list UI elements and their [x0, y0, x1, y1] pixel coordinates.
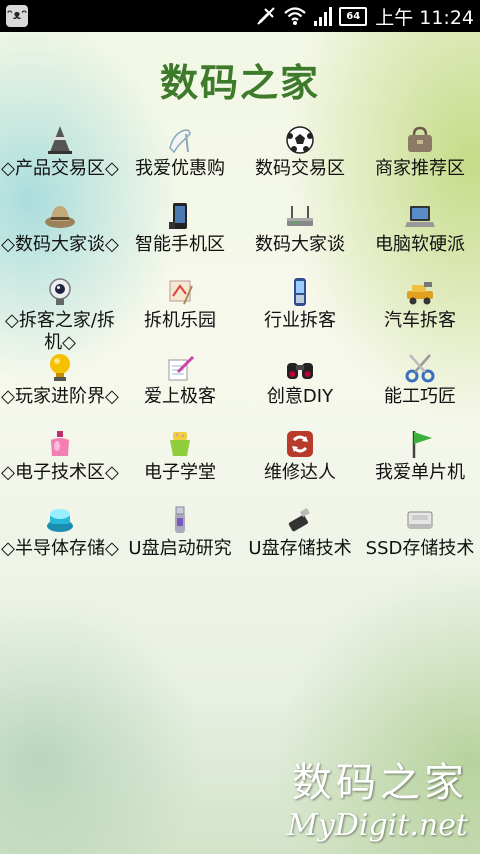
forum-tile[interactable]: U盘存储技术: [240, 502, 360, 578]
forum-tile-label: 拆机乐园: [144, 310, 216, 331]
battery-icon: 64: [339, 6, 368, 26]
toy-car-icon: [404, 276, 436, 308]
forum-tile-label: 我爱优惠购: [135, 158, 225, 179]
forum-tile[interactable]: 汽车拆客: [360, 274, 480, 350]
sponge-bucket-icon: [164, 428, 196, 460]
trophy-bulb-icon: [44, 352, 76, 384]
watermark: 数码之家 MyDigit.net: [287, 750, 468, 843]
forum-tile-label: 维修达人: [264, 462, 336, 483]
forum-tile-label: 爱上极客: [144, 386, 216, 407]
forum-tile[interactable]: U盘启动研究: [120, 502, 240, 578]
laptop-icon: [404, 200, 436, 232]
forum-tile[interactable]: 智能手机区: [120, 198, 240, 274]
forum-tile-label: ◇产品交易区◇: [1, 158, 119, 179]
router-icon: [284, 200, 316, 232]
status-icons: 64 上午 11:24: [255, 0, 474, 32]
forum-tile-label: 行业拆客: [264, 310, 336, 331]
forum-tile-label: 商家推荐区: [375, 158, 465, 179]
usb-drive-icon: [164, 504, 196, 536]
refresh-tool-icon: [284, 428, 316, 460]
forum-tile[interactable]: SSD存储技术: [360, 502, 480, 578]
forum-tile-label: ◇数码大家谈◇: [1, 234, 119, 255]
traffic-cone-icon: [44, 124, 76, 156]
forum-tile-label: 能工巧匠: [384, 386, 456, 407]
clock: 上午 11:24: [375, 6, 474, 29]
forum-tile[interactable]: 电子学堂: [120, 426, 240, 502]
status-bar: ᵔᴥᵔ 64 上午 11:24: [0, 0, 480, 32]
signal-icon: [314, 7, 333, 26]
webcam-icon: [44, 276, 76, 308]
forum-tile-label: ◇半导体存储◇: [1, 538, 119, 559]
notepad-pen-icon: [164, 352, 196, 384]
high-heel-icon: [164, 124, 196, 156]
forum-tile[interactable]: 电脑软硬派: [360, 198, 480, 274]
hat-icon: [44, 200, 76, 232]
forum-tile[interactable]: 商家推荐区: [360, 122, 480, 198]
forum-tile-label: 电子学堂: [144, 462, 216, 483]
scissors-icon: [404, 352, 436, 384]
forum-tile[interactable]: 维修达人: [240, 426, 360, 502]
forum-tile-label: 汽车拆客: [384, 310, 456, 331]
handbag-icon: [404, 124, 436, 156]
forum-tile[interactable]: 爱上极客: [120, 350, 240, 426]
forum-tile[interactable]: 数码大家谈: [240, 198, 360, 274]
page-title: 数码之家: [159, 61, 320, 105]
forum-tile-label: ◇拆客之家/拆机◇: [5, 310, 115, 353]
mute-icon: [257, 7, 275, 25]
forum-tile-label: 智能手机区: [135, 234, 225, 255]
forum-tile-label: U盘存储技术: [248, 538, 352, 559]
forum-tile-label: ◇玩家进阶界◇: [1, 386, 119, 407]
forum-tile-label: 数码大家谈: [255, 234, 345, 255]
binoculars-icon: [284, 352, 316, 384]
forum-tile[interactable]: 能工巧匠: [360, 350, 480, 426]
usb-stick-icon: [284, 504, 316, 536]
drawing-board-icon: [164, 276, 196, 308]
forum-tile-label: 创意DIY: [266, 386, 334, 407]
mobile-phone-icon: [284, 276, 316, 308]
forum-tile-label: 我爱单片机: [375, 462, 465, 483]
forum-tile-label: 数码交易区: [255, 158, 345, 179]
smartphone-icon: [164, 200, 196, 232]
forum-tile[interactable]: ◇数码大家谈◇: [0, 198, 120, 274]
forum-tile[interactable]: 拆机乐园: [120, 274, 240, 350]
wifi-icon: [284, 7, 306, 25]
forum-tile-label: U盘启动研究: [128, 538, 232, 559]
soccer-ball-icon: [284, 124, 316, 156]
forum-tile-label: 电脑软硬派: [375, 234, 465, 255]
forum-tile[interactable]: 我爱单片机: [360, 426, 480, 502]
forum-tile[interactable]: ◇产品交易区◇: [0, 122, 120, 198]
forum-tile[interactable]: 行业拆客: [240, 274, 360, 350]
cat-app-icon[interactable]: ᵔᴥᵔ: [6, 5, 28, 27]
ssd-drive-icon: [404, 504, 436, 536]
forum-tile-label: SSD存储技术: [365, 538, 475, 559]
forum-tile[interactable]: ◇拆客之家/拆机◇: [0, 274, 120, 353]
forum-tile[interactable]: ◇半导体存储◇: [0, 502, 120, 578]
forum-tile[interactable]: ◇电子技术区◇: [0, 426, 120, 502]
perfume-bottle-icon: [44, 428, 76, 460]
chip-stack-icon: [44, 504, 76, 536]
watermark-title: 数码之家: [292, 760, 468, 806]
forum-tile[interactable]: 我爱优惠购: [120, 122, 240, 198]
forum-tile[interactable]: 创意DIY: [240, 350, 360, 426]
forum-tile-label: ◇电子技术区◇: [1, 462, 119, 483]
forum-tile[interactable]: ◇玩家进阶界◇: [0, 350, 120, 426]
watermark-url: MyDigit.net: [287, 808, 468, 843]
forum-tile[interactable]: 数码交易区: [240, 122, 360, 198]
green-flag-icon: [404, 428, 436, 460]
